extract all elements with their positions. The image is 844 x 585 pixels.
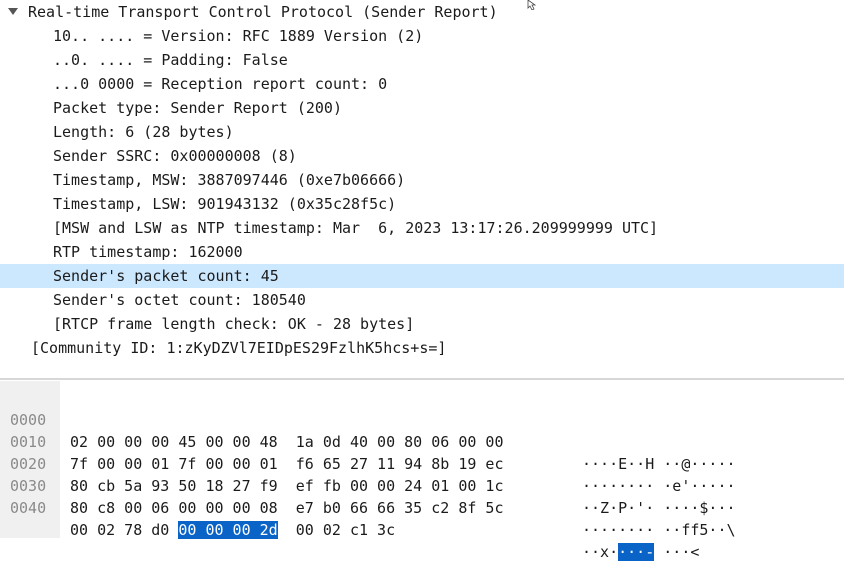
hex-ascii-text: ····E··H ··@····· <box>582 455 736 473</box>
tree-row-label: Timestamp, LSW: 901943132 (0x35c28f5c) <box>53 195 397 213</box>
hex-bytes-highlight: 00 00 00 2d <box>178 521 278 539</box>
hex-ascii[interactable]: ····E··H ··@····· <box>582 453 736 475</box>
tree-row-label: RTP timestamp: 162000 <box>53 243 243 261</box>
hex-bytes[interactable]: 7f 00 00 01 7f 00 00 01 f6 65 27 11 94 8… <box>70 453 503 475</box>
hex-ascii[interactable]: ········ ·e'····· <box>582 475 736 497</box>
hex-bytes-text: 00 02 c1 3c <box>277 521 396 539</box>
tree-row-frame-length-check[interactable]: [RTCP frame length check: OK - 28 bytes] <box>0 312 844 336</box>
hex-bytes-text: 80 c8 00 06 00 00 00 08 e7 b0 66 66 35 c… <box>70 499 504 517</box>
tree-row-rtcp[interactable]: Real-time Transport Control Protocol (Se… <box>0 0 844 24</box>
tree-row-timestamp-lsw[interactable]: Timestamp, LSW: 901943132 (0x35c28f5c) <box>0 192 844 216</box>
hex-ascii-text: ···< <box>654 543 700 561</box>
tree-row-label: Sender SSRC: 0x00000008 (8) <box>53 147 297 165</box>
tree-row-label: ..0. .... = Padding: False <box>53 51 288 69</box>
hex-bytes[interactable]: 80 cb 5a 93 50 18 27 f9 ef fb 00 00 24 0… <box>70 475 503 497</box>
tree-row-padding[interactable]: ..0. .... = Padding: False <box>0 48 844 72</box>
hex-ascii-highlight: ···- <box>618 543 655 561</box>
hex-ascii-text: ··Z·P·'· ····$··· <box>582 499 736 517</box>
packet-details-tree: Real-time Transport Control Protocol (Se… <box>0 0 844 376</box>
hex-bytes-text: 00 02 78 d0 <box>70 521 179 539</box>
hex-ascii-text: ··x· <box>582 543 619 561</box>
hex-row: 0000 02 00 00 00 45 00 00 48 1a 0d 40 00… <box>0 387 736 473</box>
hex-ascii[interactable]: ··Z·P·'· ····$··· <box>582 497 736 519</box>
hex-bytes-text: 80 cb 5a 93 50 18 27 f9 ef fb 00 00 24 0… <box>70 477 504 495</box>
hex-bytes-text: 7f 00 00 01 7f 00 00 01 f6 65 27 11 94 8… <box>70 455 504 473</box>
hex-row: 0030 80 c8 00 06 00 00 00 08 e7 b0 66 66… <box>0 453 736 539</box>
tree-row-label: 10.. .... = Version: RFC 1889 Version (2… <box>53 27 424 45</box>
packet-bytes-pane: 0000 02 00 00 00 45 00 00 48 1a 0d 40 00… <box>0 381 844 561</box>
hex-bytes[interactable]: 02 00 00 00 45 00 00 48 1a 0d 40 00 80 0… <box>70 431 503 453</box>
tree-row-sender-octet-count[interactable]: Sender's octet count: 180540 <box>0 288 844 312</box>
tree-row-community-id[interactable]: [Community ID: 1:zKyDZVl7EIDpES29FzlhK5h… <box>0 336 844 360</box>
tree-row-label: [RTCP frame length check: OK - 28 bytes] <box>53 315 415 333</box>
hex-row: 0020 80 cb 5a 93 50 18 27 f9 ef fb 00 00… <box>0 431 736 517</box>
tree-row-packet-type[interactable]: Packet type: Sender Report (200) <box>0 96 844 120</box>
hex-bytes-text: 02 00 00 00 45 00 00 48 1a 0d 40 00 80 0… <box>70 433 504 451</box>
hex-offset: 0040 <box>10 499 47 517</box>
pane-splitter[interactable] <box>0 378 844 380</box>
tree-row-sender-ssrc[interactable]: Sender SSRC: 0x00000008 (8) <box>0 144 844 168</box>
hex-ascii[interactable]: ··x····- ···< <box>582 541 699 563</box>
tree-row-timestamp-msw[interactable]: Timestamp, MSW: 3887097446 (0xe7b06666) <box>0 168 844 192</box>
hex-bytes[interactable]: 80 c8 00 06 00 00 00 08 e7 b0 66 66 35 c… <box>70 497 503 519</box>
tree-row-label: Real-time Transport Control Protocol (Se… <box>28 3 498 21</box>
mouse-pointer-icon <box>527 0 537 10</box>
tree-row-rtp-timestamp[interactable]: RTP timestamp: 162000 <box>0 240 844 264</box>
hex-ascii-text: ········ ·e'····· <box>582 477 736 495</box>
tree-row-label: [MSW and LSW as NTP timestamp: Mar 6, 20… <box>53 219 659 237</box>
tree-row-label: Sender's octet count: 180540 <box>53 291 306 309</box>
tree-row-ntp-timestamp[interactable]: [MSW and LSW as NTP timestamp: Mar 6, 20… <box>0 216 844 240</box>
tree-row-label: Length: 6 (28 bytes) <box>53 123 234 141</box>
tree-row-label: Timestamp, MSW: 3887097446 (0xe7b06666) <box>53 171 406 189</box>
tree-row-label: Packet type: Sender Report (200) <box>53 99 342 117</box>
tree-row-sender-packet-count[interactable]: Sender's packet count: 45 <box>0 264 844 288</box>
tree-row-label: ...0 0000 = Reception report count: 0 <box>53 75 388 93</box>
hex-row: 0040 00 02 78 d0 00 00 00 2d 00 02 c1 3c… <box>0 475 699 561</box>
expand-arrow-icon[interactable] <box>8 8 18 15</box>
tree-row-reception-report-count[interactable]: ...0 0000 = Reception report count: 0 <box>0 72 844 96</box>
hex-row: 0010 7f 00 00 01 7f 00 00 01 f6 65 27 11… <box>0 409 736 495</box>
tree-row-label: Sender's packet count: 45 <box>53 267 279 285</box>
hex-ascii-text: ········ ··ff5··\ <box>582 521 736 539</box>
tree-row-version[interactable]: 10.. .... = Version: RFC 1889 Version (2… <box>0 24 844 48</box>
tree-row-label: [Community ID: 1:zKyDZVl7EIDpES29FzlhK5h… <box>31 339 447 357</box>
tree-row-length[interactable]: Length: 6 (28 bytes) <box>0 120 844 144</box>
